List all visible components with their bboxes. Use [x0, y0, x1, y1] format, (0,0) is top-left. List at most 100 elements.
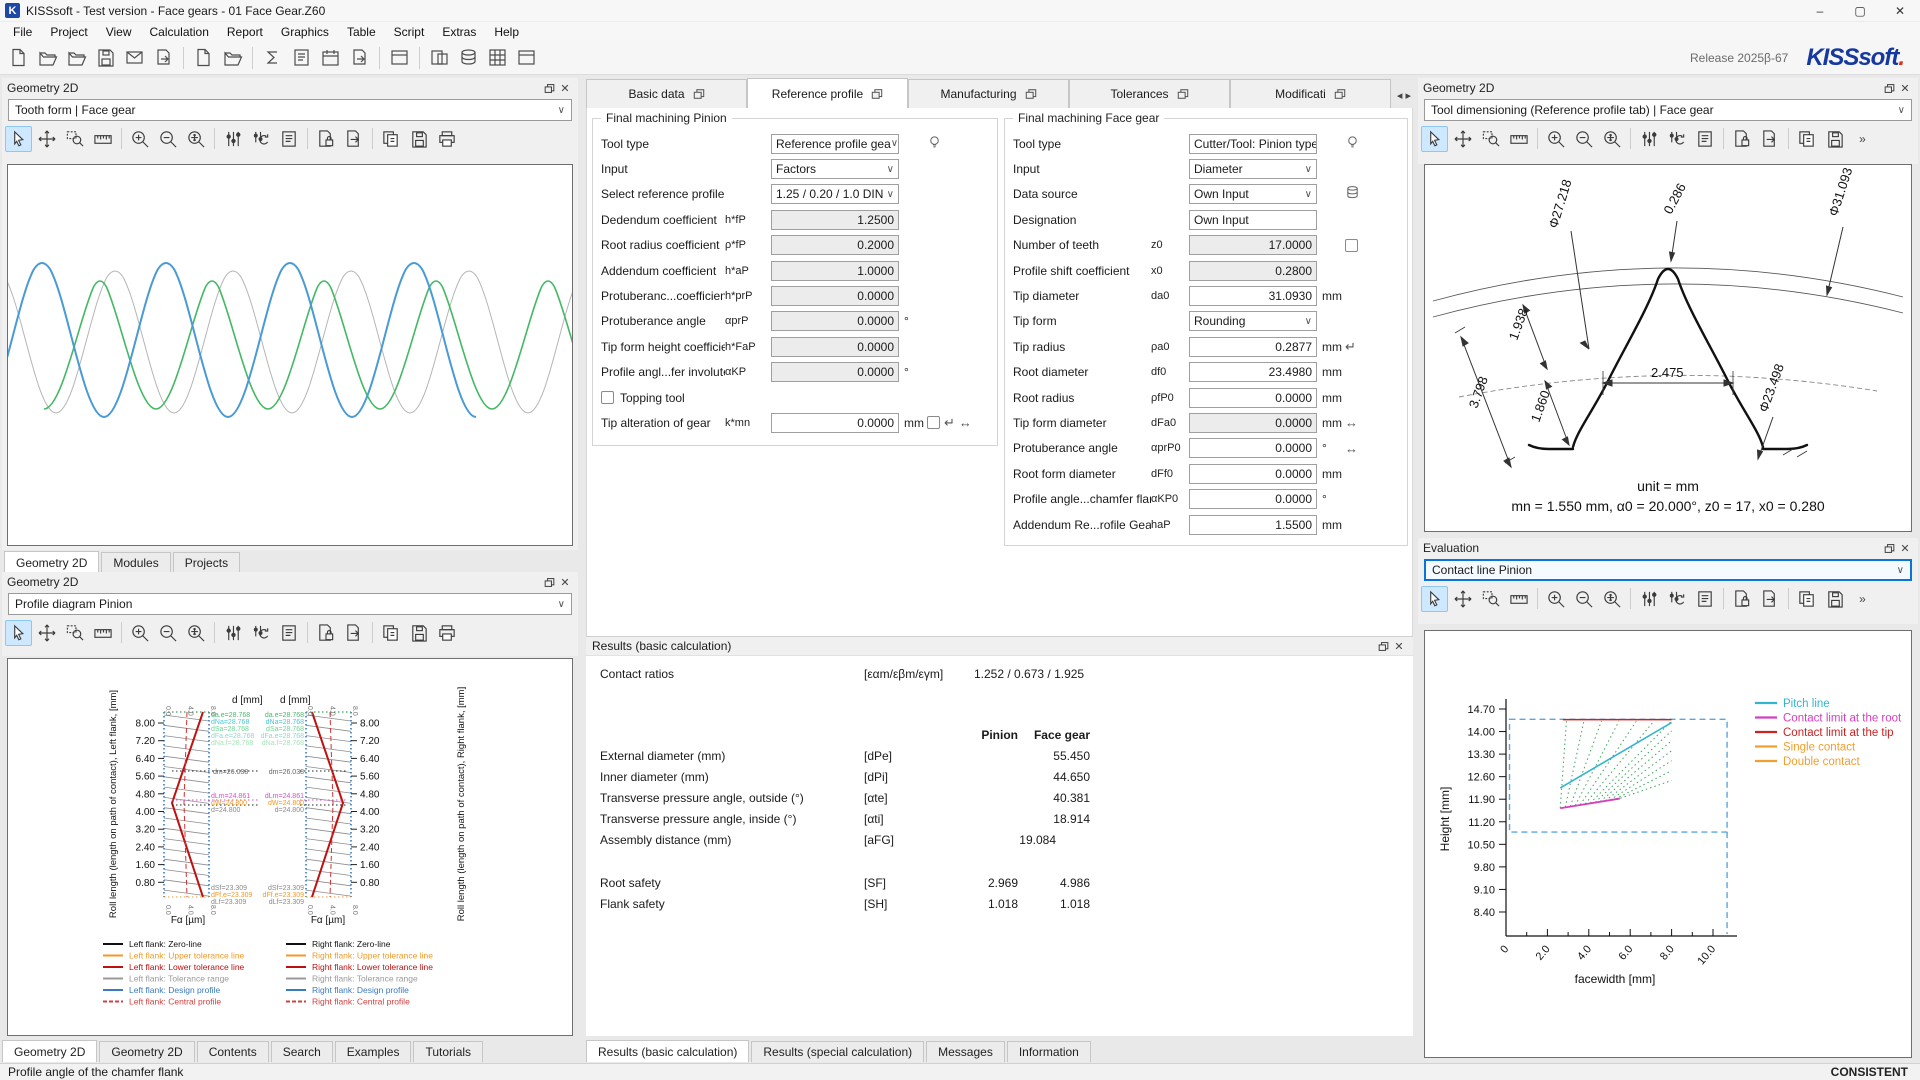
tip-alteration-of-gear-field[interactable]: 0.0000: [771, 413, 899, 433]
close-panel-icon[interactable]: ✕: [557, 81, 573, 95]
float-tab-icon[interactable]: [1177, 88, 1189, 100]
float-panel-icon[interactable]: [1881, 81, 1897, 95]
zoom-out-button[interactable]: [154, 126, 181, 152]
print-button[interactable]: [433, 126, 460, 152]
sliders-button[interactable]: [219, 126, 246, 152]
tab-manufacturing[interactable]: Manufacturing: [908, 79, 1069, 108]
zoom-selection-button[interactable]: [61, 126, 88, 152]
tab-scroll-arrows[interactable]: ◂ ▸: [1397, 89, 1413, 108]
tab-messages[interactable]: Messages: [926, 1041, 1005, 1062]
float-tab-icon[interactable]: [1025, 88, 1037, 100]
contact-line-canvas[interactable]: 14.7014.0013.3012.6011.9011.2010.509.809…: [1424, 630, 1912, 1058]
copy-button[interactable]: [1793, 586, 1820, 612]
document-lock-button[interactable]: [312, 620, 339, 646]
pointer-button[interactable]: [1421, 586, 1448, 612]
save-button[interactable]: [1821, 126, 1848, 152]
sliders-button[interactable]: [1635, 586, 1662, 612]
tool-dimensioning-canvas[interactable]: Φ27.218 0.286 Φ31.093 1.938 3.798 1.860 …: [1424, 164, 1912, 532]
sliders-reset-button[interactable]: [247, 126, 274, 152]
tab-geometry-2d[interactable]: Geometry 2D: [99, 1041, 194, 1062]
menu-file[interactable]: File: [4, 24, 41, 40]
move-button[interactable]: [1449, 586, 1476, 612]
ruler-button[interactable]: [89, 620, 116, 646]
menu-graphics[interactable]: Graphics: [272, 24, 338, 40]
topping-tool-checkbox[interactable]: [601, 391, 614, 404]
float-panel-icon[interactable]: [541, 575, 557, 589]
zoom-in-button[interactable]: [1542, 586, 1569, 612]
document-lock-button[interactable]: [1728, 126, 1755, 152]
file-export-button[interactable]: [150, 44, 177, 71]
close-panel-icon[interactable]: ✕: [557, 575, 573, 589]
open-project-button[interactable]: [63, 44, 90, 71]
profile-angle-chamfer-flank-field[interactable]: 0.0000: [1189, 489, 1317, 509]
root-diameter-field[interactable]: 23.4980: [1189, 362, 1317, 382]
zoom-in-button[interactable]: [126, 126, 153, 152]
tab-modificati[interactable]: Modificati: [1230, 79, 1391, 108]
float-panel-icon[interactable]: [1375, 639, 1391, 653]
close-panel-icon[interactable]: ✕: [1897, 81, 1913, 95]
tab-examples[interactable]: Examples: [335, 1041, 412, 1062]
profile-diagram-canvas[interactable]: 8.008.007.207.206.406.405.605.604.804.80…: [7, 658, 573, 1036]
document-export-button[interactable]: [1756, 586, 1783, 612]
tab-modules[interactable]: Modules: [101, 552, 170, 573]
graphic-select-dropdown[interactable]: Profile diagram Pinion∨: [8, 593, 572, 615]
menu-table[interactable]: Table: [338, 24, 385, 40]
save-button[interactable]: [405, 620, 432, 646]
return-icon[interactable]: ↵: [944, 416, 955, 429]
float-tab-icon[interactable]: [1334, 88, 1346, 100]
ruler-button[interactable]: [1505, 126, 1532, 152]
root-form-diameter-field[interactable]: 0.0000: [1189, 464, 1317, 484]
float-panel-icon[interactable]: [541, 81, 557, 95]
report-button[interactable]: [1691, 126, 1718, 152]
menu-script[interactable]: Script: [385, 24, 434, 40]
data-source-dropdown[interactable]: Own Input∨: [1189, 184, 1317, 204]
input-dropdown[interactable]: Diameter∨: [1189, 159, 1317, 179]
protuberance-angle-field[interactable]: 0.0000: [1189, 438, 1317, 458]
database-icon[interactable]: [1345, 185, 1360, 203]
new-file-button[interactable]: [5, 44, 32, 71]
toolbar-overflow-button[interactable]: »: [1849, 586, 1876, 612]
move-button[interactable]: [1449, 126, 1476, 152]
menu-view[interactable]: View: [97, 24, 141, 40]
move-button[interactable]: [33, 126, 60, 152]
menu-calculation[interactable]: Calculation: [141, 24, 218, 40]
report-button[interactable]: [275, 620, 302, 646]
project-schedule-button[interactable]: [317, 44, 344, 71]
report-button[interactable]: [1691, 586, 1718, 612]
zoom-out-button[interactable]: [1570, 586, 1597, 612]
menu-extras[interactable]: Extras: [433, 24, 485, 40]
maximize-button[interactable]: ▢: [1840, 0, 1880, 21]
designation-field[interactable]: Own Input: [1189, 210, 1317, 230]
addendum-re-rofile-gear-field[interactable]: 1.5500: [1189, 515, 1317, 535]
zoom-out-button[interactable]: [154, 620, 181, 646]
sum-calculation-button[interactable]: [259, 44, 286, 71]
calculator-button[interactable]: [484, 44, 511, 71]
copy-button[interactable]: [377, 620, 404, 646]
sliders-reset-button[interactable]: [1663, 586, 1690, 612]
save-file-button[interactable]: [92, 44, 119, 71]
email-report-button[interactable]: [121, 44, 148, 71]
zoom-fit-button[interactable]: [182, 620, 209, 646]
hint-bulb-icon[interactable]: [1345, 135, 1360, 153]
tab-contents[interactable]: Contents: [197, 1041, 269, 1062]
menu-help[interactable]: Help: [485, 24, 528, 40]
tab-results-basic-calculation-[interactable]: Results (basic calculation): [586, 1040, 749, 1062]
sliders-reset-button[interactable]: [1663, 126, 1690, 152]
close-panel-icon[interactable]: ✕: [1897, 541, 1913, 555]
database-tool-button[interactable]: [455, 44, 482, 71]
tab-projects[interactable]: Projects: [173, 552, 240, 573]
new-calculation-button[interactable]: [190, 44, 217, 71]
tab-tutorials[interactable]: Tutorials: [413, 1041, 483, 1062]
tab-results-special-calculation-[interactable]: Results (special calculation): [751, 1041, 924, 1062]
tab-reference-profile[interactable]: Reference profile: [747, 78, 908, 108]
sliders-button[interactable]: [1635, 126, 1662, 152]
pointer-button[interactable]: [1421, 126, 1448, 152]
tip-radius-field[interactable]: 0.2877: [1189, 337, 1317, 357]
left-right-icon[interactable]: ↔: [959, 416, 972, 429]
graphic-select-dropdown[interactable]: Tooth form | Face gear∨: [8, 99, 572, 121]
float-panel-icon[interactable]: [1881, 541, 1897, 555]
close-button[interactable]: ✕: [1880, 0, 1920, 21]
tab-tolerances[interactable]: Tolerances: [1069, 79, 1230, 108]
ruler-button[interactable]: [89, 126, 116, 152]
zoom-fit-button[interactable]: [1598, 586, 1625, 612]
